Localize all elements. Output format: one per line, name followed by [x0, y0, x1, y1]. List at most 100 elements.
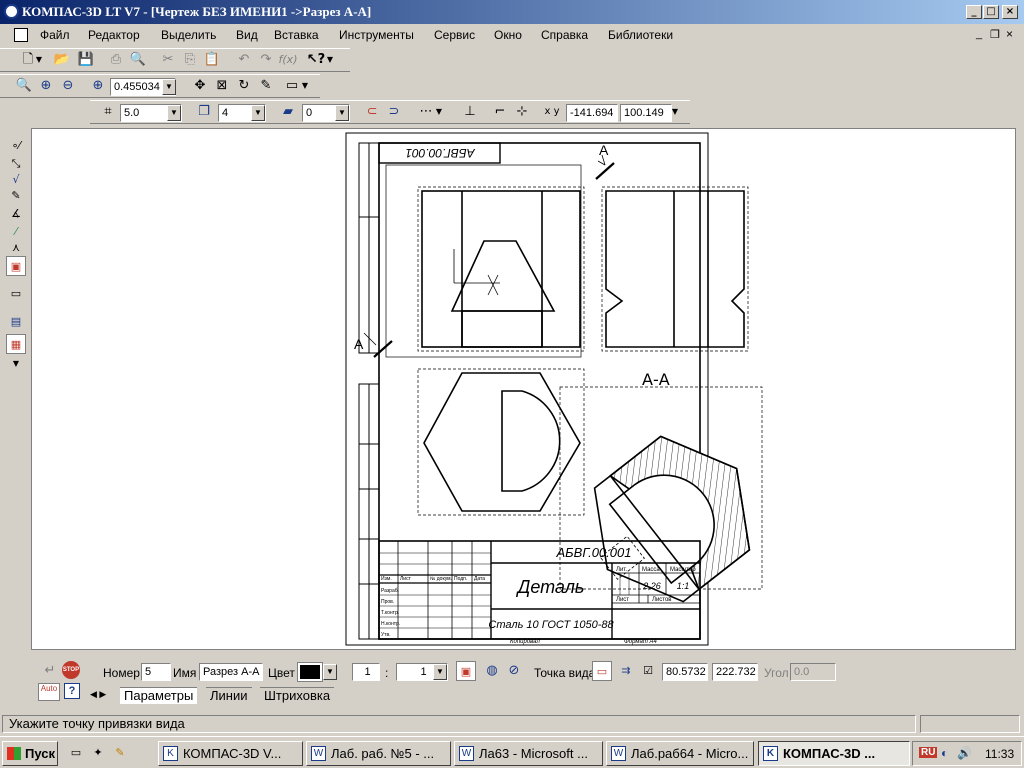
point-check-icon[interactable]: ☑: [638, 661, 658, 681]
menu-window[interactable]: Окно: [494, 28, 522, 42]
step-cursor-icon[interactable]: ⌗: [98, 102, 118, 122]
style-dropdown[interactable]: ▼: [335, 105, 349, 121]
layer-icon[interactable]: ❐: [194, 102, 214, 122]
task-word-lab5[interactable]: W Лаб. раб. №5 - ...: [306, 741, 451, 766]
print-preview-icon[interactable]: 🔍: [128, 50, 148, 70]
chevron-down-icon[interactable]: ▼: [434, 102, 444, 122]
chevron-down-icon[interactable]: ▼: [34, 50, 44, 70]
step-dropdown[interactable]: ▼: [167, 105, 181, 121]
language-indicator[interactable]: RU: [919, 747, 938, 758]
document-icon[interactable]: [14, 28, 28, 42]
task-word-lab64[interactable]: W Лаб.раб64 - Micro...: [606, 741, 754, 766]
menu-libraries[interactable]: Библиотеки: [608, 28, 673, 42]
zoom-scale-icon[interactable]: ⊕: [88, 76, 108, 96]
refresh-icon[interactable]: ↻: [234, 76, 254, 96]
round-icon[interactable]: ⌐: [490, 102, 510, 122]
app-icon[interactable]: [4, 4, 19, 19]
menu-insert[interactable]: Вставка: [274, 28, 319, 42]
chevron-down-icon[interactable]: ▼: [300, 76, 310, 96]
minimize-button[interactable]: _: [966, 5, 982, 19]
parametrization-icon[interactable]: ∡: [6, 204, 26, 224]
chevron-down-icon[interactable]: ▼: [6, 354, 26, 374]
zoom-window-icon[interactable]: 🔍: [14, 76, 34, 96]
tab-parameters[interactable]: Параметры: [120, 687, 198, 704]
paste-icon[interactable]: 📋: [202, 50, 222, 70]
coord-x-input[interactable]: -141.694: [566, 104, 618, 122]
menu-file[interactable]: Файл: [40, 28, 70, 42]
menu-tools[interactable]: Инструменты: [339, 28, 414, 42]
report-icon[interactable]: ▤: [6, 312, 26, 332]
cut-icon[interactable]: ✂: [158, 50, 178, 70]
drawing-canvas[interactable]: АБВГ.00.001 А А А-А АБВГ.00.001 Деталь С…: [31, 128, 1016, 650]
task-kompas-1[interactable]: K КОМПАС-3D V...: [158, 741, 303, 766]
local-snap-icon[interactable]: ⊃: [384, 102, 404, 122]
point-snap-icon[interactable]: ⇉: [616, 661, 636, 681]
task-word-la63[interactable]: W Ла63 - Microsoft ...: [454, 741, 603, 766]
start-button[interactable]: Пуск: [2, 741, 58, 766]
snap-magnet-icon[interactable]: ⊂: [362, 102, 382, 122]
zoom-out-icon[interactable]: ⊖: [58, 76, 78, 96]
grid-icon[interactable]: ⋯: [416, 102, 436, 122]
tray-app-icon[interactable]: ◐: [941, 746, 948, 760]
menu-help[interactable]: Справка: [541, 28, 588, 42]
hatch-settings-icon[interactable]: ◍: [482, 661, 502, 681]
drawing-svg[interactable]: АБВГ.00.001 А А А-А АБВГ.00.001 Деталь С…: [32, 129, 1016, 650]
task-kompas-active[interactable]: K КОМПАС-3D ...: [758, 741, 910, 766]
redo-icon[interactable]: ↷: [256, 50, 276, 70]
chevron-down-icon[interactable]: ▼: [670, 102, 680, 122]
print-icon[interactable]: ⎙: [106, 50, 126, 70]
tab-lines[interactable]: Линии: [206, 687, 252, 704]
desktop-icon[interactable]: ▭: [66, 743, 86, 763]
copy-icon[interactable]: ⎘: [180, 50, 200, 70]
volume-icon[interactable]: 🔊: [957, 746, 972, 760]
scale-left-input[interactable]: 1: [352, 663, 380, 681]
geometry-icon[interactable]: ∘⁄: [6, 136, 26, 156]
color-swatch[interactable]: [297, 662, 323, 682]
line-settings-icon[interactable]: ⊘: [504, 661, 524, 681]
mdi-close-icon[interactable]: ×: [1006, 27, 1013, 41]
mdi-minimize-icon[interactable]: _: [976, 28, 982, 40]
orthogonal-icon[interactable]: ⊥: [460, 102, 480, 122]
view-layers-icon[interactable]: ▣: [456, 661, 476, 681]
menu-service[interactable]: Сервис: [434, 28, 475, 42]
color-dropdown[interactable]: ▼: [323, 664, 337, 680]
quicklaunch-kompas-icon[interactable]: ✎: [110, 743, 130, 763]
stop-button[interactable]: STOP: [62, 661, 80, 679]
name-input[interactable]: Разрез А-А: [199, 663, 263, 681]
zoom-in-icon[interactable]: ⊕: [36, 76, 56, 96]
save-icon[interactable]: 💾: [76, 50, 96, 70]
menu-editor[interactable]: Редактор: [88, 28, 140, 42]
style-icon[interactable]: ▰: [278, 102, 298, 122]
display-mode-icon[interactable]: ▭: [282, 76, 302, 96]
enter-icon[interactable]: ↵: [40, 661, 60, 681]
show-all-icon[interactable]: ⊠: [212, 76, 232, 96]
layer-dropdown[interactable]: ▼: [251, 105, 265, 121]
view-manager-icon[interactable]: ▦: [6, 334, 26, 354]
pen-icon[interactable]: ✎: [256, 76, 276, 96]
associative-views-icon[interactable]: ▣: [6, 256, 26, 276]
function-icon[interactable]: f(x): [278, 50, 298, 70]
help-icon[interactable]: ?: [64, 683, 80, 699]
help-pointer-icon[interactable]: ↖?: [306, 50, 326, 70]
menu-select[interactable]: Выделить: [161, 28, 216, 42]
point-pick-icon[interactable]: ▭: [592, 661, 612, 681]
tab-hatching[interactable]: Штриховка: [260, 687, 335, 704]
point-x-input[interactable]: 80.5732: [662, 663, 708, 681]
angle-input[interactable]: 0.0: [790, 663, 836, 681]
chevron-down-icon[interactable]: ▼: [325, 50, 335, 70]
point-y-input[interactable]: 222.732: [712, 663, 758, 681]
quicklaunch-icon[interactable]: ✦: [88, 743, 108, 763]
undo-icon[interactable]: ↶: [234, 50, 254, 70]
menu-view[interactable]: Вид: [236, 28, 258, 42]
edit-icon[interactable]: ✎: [6, 186, 26, 206]
scale-dropdown[interactable]: ▼: [433, 664, 447, 680]
cursor-coordinates-icon[interactable]: ⊹: [512, 102, 532, 122]
tab-nav-arrows[interactable]: ◀ ▶: [90, 689, 106, 700]
open-folder-icon[interactable]: 📂: [52, 50, 72, 70]
pan-icon[interactable]: ✥: [190, 76, 210, 96]
select-icon[interactable]: ⋏: [6, 238, 26, 258]
zoom-dropdown[interactable]: ▼: [162, 79, 176, 95]
maximize-button[interactable]: □: [983, 5, 999, 19]
coord-y-input[interactable]: 100.149: [620, 104, 672, 122]
auto-button[interactable]: Auto: [38, 683, 60, 701]
